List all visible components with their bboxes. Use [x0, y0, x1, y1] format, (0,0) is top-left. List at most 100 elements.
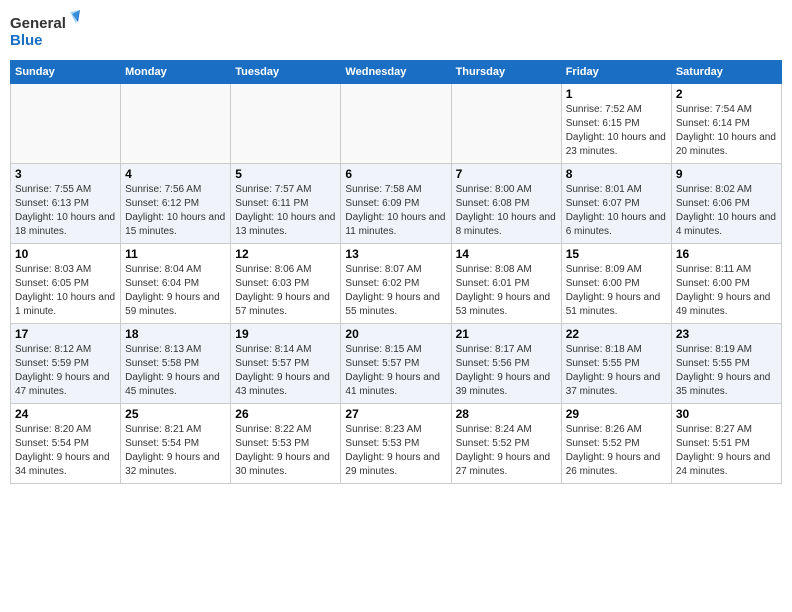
calendar-header-row: SundayMondayTuesdayWednesdayThursdayFrid… [11, 61, 782, 84]
day-header-saturday: Saturday [671, 61, 781, 84]
day-info: Sunrise: 8:13 AM Sunset: 5:58 PM Dayligh… [125, 343, 226, 399]
day-number: 1 [566, 87, 667, 101]
day-header-thursday: Thursday [451, 61, 561, 84]
day-info: Sunrise: 7:57 AM Sunset: 6:11 PM Dayligh… [235, 183, 336, 239]
calendar-week-4: 17 Sunrise: 8:12 AM Sunset: 5:59 PM Dayli… [11, 324, 782, 404]
day-number: 15 [566, 247, 667, 261]
day-header-wednesday: Wednesday [341, 61, 451, 84]
calendar-cell: 7 Sunrise: 8:00 AM Sunset: 6:08 PM Daylig… [451, 164, 561, 244]
day-info: Sunrise: 8:23 AM Sunset: 5:53 PM Dayligh… [345, 423, 446, 479]
calendar-cell: 14 Sunrise: 8:08 AM Sunset: 6:01 PM Dayli… [451, 244, 561, 324]
day-number: 6 [345, 167, 446, 181]
calendar-cell: 11 Sunrise: 8:04 AM Sunset: 6:04 PM Dayli… [121, 244, 231, 324]
calendar-week-5: 24 Sunrise: 8:20 AM Sunset: 5:54 PM Dayli… [11, 404, 782, 484]
day-info: Sunrise: 8:21 AM Sunset: 5:54 PM Dayligh… [125, 423, 226, 479]
day-number: 12 [235, 247, 336, 261]
calendar-cell: 6 Sunrise: 7:58 AM Sunset: 6:09 PM Daylig… [341, 164, 451, 244]
day-info: Sunrise: 8:11 AM Sunset: 6:00 PM Dayligh… [676, 263, 777, 319]
day-info: Sunrise: 8:12 AM Sunset: 5:59 PM Dayligh… [15, 343, 116, 399]
calendar-cell: 16 Sunrise: 8:11 AM Sunset: 6:00 PM Dayli… [671, 244, 781, 324]
calendar-cell: 12 Sunrise: 8:06 AM Sunset: 6:03 PM Dayli… [231, 244, 341, 324]
day-info: Sunrise: 8:24 AM Sunset: 5:52 PM Dayligh… [456, 423, 557, 479]
day-info: Sunrise: 8:02 AM Sunset: 6:06 PM Dayligh… [676, 183, 777, 239]
day-info: Sunrise: 7:52 AM Sunset: 6:15 PM Dayligh… [566, 103, 667, 159]
day-number: 26 [235, 407, 336, 421]
calendar-cell: 22Sunrise: 8:18 AM Sunset: 5:55 PM Dayli… [561, 324, 671, 404]
day-info: Sunrise: 8:07 AM Sunset: 6:02 PM Dayligh… [345, 263, 446, 319]
calendar-cell: 1 Sunrise: 7:52 AM Sunset: 6:15 PM Daylig… [561, 84, 671, 164]
day-number: 4 [125, 167, 226, 181]
day-header-sunday: Sunday [11, 61, 121, 84]
day-number: 10 [15, 247, 116, 261]
calendar-cell: 19 Sunrise: 8:14 AM Sunset: 5:57 PM Dayli… [231, 324, 341, 404]
day-number: 14 [456, 247, 557, 261]
calendar-cell: 17 Sunrise: 8:12 AM Sunset: 5:59 PM Dayli… [11, 324, 121, 404]
logo-svg: General Blue [10, 10, 80, 52]
day-header-monday: Monday [121, 61, 231, 84]
day-number: 16 [676, 247, 777, 261]
day-header-tuesday: Tuesday [231, 61, 341, 84]
day-info: Sunrise: 8:15 AM Sunset: 5:57 PM Dayligh… [345, 343, 446, 399]
calendar-week-2: 3 Sunrise: 7:55 AM Sunset: 6:13 PM Daylig… [11, 164, 782, 244]
calendar-cell: 26 Sunrise: 8:22 AM Sunset: 5:53 PM Dayli… [231, 404, 341, 484]
calendar-cell: 21 Sunrise: 8:17 AM Sunset: 5:56 PM Dayli… [451, 324, 561, 404]
day-info: Sunrise: 7:54 AM Sunset: 6:14 PM Dayligh… [676, 103, 777, 159]
day-info: Sunrise: 8:04 AM Sunset: 6:04 PM Dayligh… [125, 263, 226, 319]
day-info: Sunrise: 8:20 AM Sunset: 5:54 PM Dayligh… [15, 423, 116, 479]
calendar-cell: 13Sunrise: 8:07 AM Sunset: 6:02 PM Dayli… [341, 244, 451, 324]
day-number: 11 [125, 247, 226, 261]
day-info: Sunrise: 7:58 AM Sunset: 6:09 PM Dayligh… [345, 183, 446, 239]
calendar-cell: 3 Sunrise: 7:55 AM Sunset: 6:13 PM Daylig… [11, 164, 121, 244]
day-info: Sunrise: 8:08 AM Sunset: 6:01 PM Dayligh… [456, 263, 557, 319]
logo-container: General Blue [10, 10, 80, 52]
day-info: Sunrise: 8:01 AM Sunset: 6:07 PM Dayligh… [566, 183, 667, 239]
calendar-cell: 28Sunrise: 8:24 AM Sunset: 5:52 PM Dayli… [451, 404, 561, 484]
day-info: Sunrise: 8:03 AM Sunset: 6:05 PM Dayligh… [15, 263, 116, 319]
day-info: Sunrise: 8:14 AM Sunset: 5:57 PM Dayligh… [235, 343, 336, 399]
day-info: Sunrise: 8:19 AM Sunset: 5:55 PM Dayligh… [676, 343, 777, 399]
day-number: 3 [15, 167, 116, 181]
calendar-week-1: 1 Sunrise: 7:52 AM Sunset: 6:15 PM Daylig… [11, 84, 782, 164]
day-header-friday: Friday [561, 61, 671, 84]
day-number: 19 [235, 327, 336, 341]
day-number: 17 [15, 327, 116, 341]
day-number: 18 [125, 327, 226, 341]
calendar-cell: 15 Sunrise: 8:09 AM Sunset: 6:00 PM Dayli… [561, 244, 671, 324]
day-info: Sunrise: 8:26 AM Sunset: 5:52 PM Dayligh… [566, 423, 667, 479]
day-info: Sunrise: 8:17 AM Sunset: 5:56 PM Dayligh… [456, 343, 557, 399]
calendar-cell: 9Sunrise: 8:02 AM Sunset: 6:06 PM Daylig… [671, 164, 781, 244]
day-number: 2 [676, 87, 777, 101]
day-number: 23 [676, 327, 777, 341]
day-number: 30 [676, 407, 777, 421]
day-info: Sunrise: 8:22 AM Sunset: 5:53 PM Dayligh… [235, 423, 336, 479]
day-number: 5 [235, 167, 336, 181]
calendar-cell [121, 84, 231, 164]
calendar-cell: 29Sunrise: 8:26 AM Sunset: 5:52 PM Dayli… [561, 404, 671, 484]
day-number: 27 [345, 407, 446, 421]
svg-text:Blue: Blue [10, 32, 43, 49]
calendar-cell: 8 Sunrise: 8:01 AM Sunset: 6:07 PM Daylig… [561, 164, 671, 244]
calendar-cell: 5 Sunrise: 7:57 AM Sunset: 6:11 PM Daylig… [231, 164, 341, 244]
day-number: 24 [15, 407, 116, 421]
day-number: 22 [566, 327, 667, 341]
calendar-cell: 20 Sunrise: 8:15 AM Sunset: 5:57 PM Dayli… [341, 324, 451, 404]
day-info: Sunrise: 8:00 AM Sunset: 6:08 PM Dayligh… [456, 183, 557, 239]
calendar-cell [341, 84, 451, 164]
calendar-cell: 30Sunrise: 8:27 AM Sunset: 5:51 PM Dayli… [671, 404, 781, 484]
svg-text:General: General [10, 15, 66, 32]
calendar-cell: 27 Sunrise: 8:23 AM Sunset: 5:53 PM Dayli… [341, 404, 451, 484]
calendar-cell: 24 Sunrise: 8:20 AM Sunset: 5:54 PM Dayli… [11, 404, 121, 484]
day-info: Sunrise: 7:55 AM Sunset: 6:13 PM Dayligh… [15, 183, 116, 239]
calendar-week-3: 10 Sunrise: 8:03 AM Sunset: 6:05 PM Dayli… [11, 244, 782, 324]
day-number: 25 [125, 407, 226, 421]
day-number: 8 [566, 167, 667, 181]
day-number: 7 [456, 167, 557, 181]
calendar-table: SundayMondayTuesdayWednesdayThursdayFrid… [10, 60, 782, 484]
day-number: 21 [456, 327, 557, 341]
day-number: 20 [345, 327, 446, 341]
day-info: Sunrise: 8:06 AM Sunset: 6:03 PM Dayligh… [235, 263, 336, 319]
day-info: Sunrise: 8:09 AM Sunset: 6:00 PM Dayligh… [566, 263, 667, 319]
page-header: General Blue [10, 10, 782, 52]
calendar-cell [231, 84, 341, 164]
calendar-cell: 18 Sunrise: 8:13 AM Sunset: 5:58 PM Dayli… [121, 324, 231, 404]
